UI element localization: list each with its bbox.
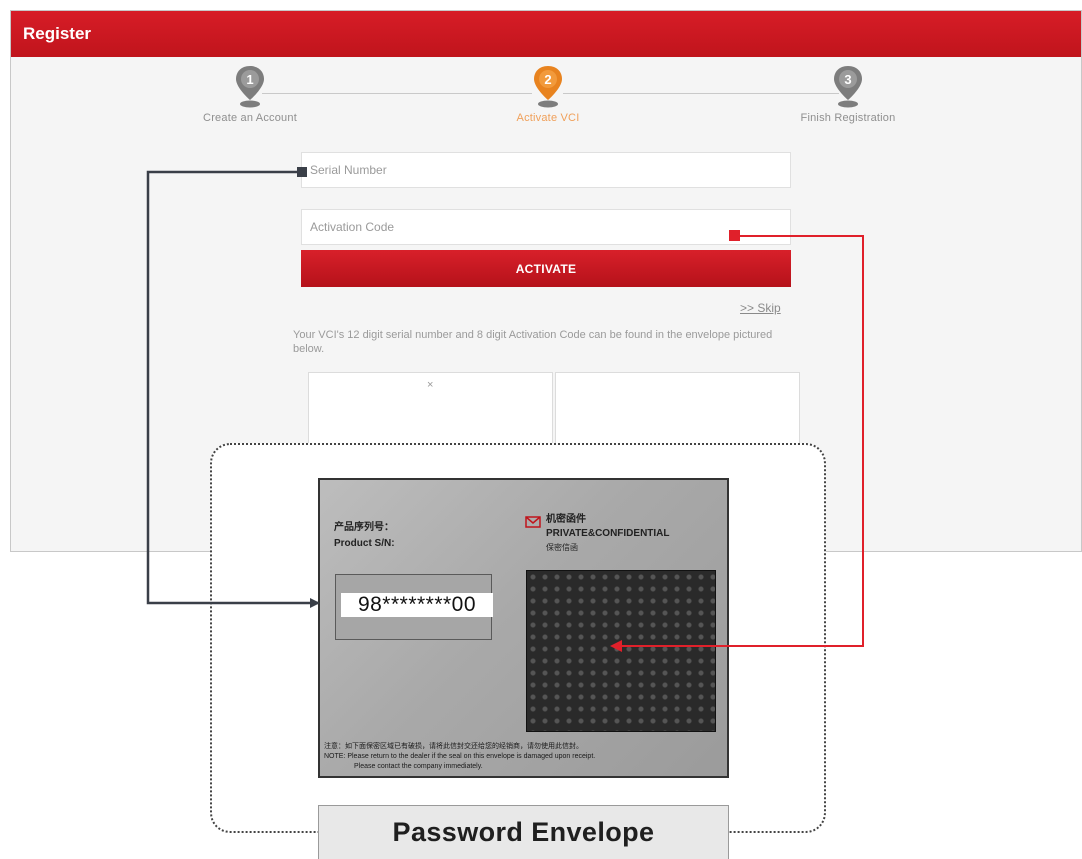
step-finish-registration: 3 Finish Registration xyxy=(768,64,928,124)
step-3-number: 3 xyxy=(844,72,851,87)
confidential-sub: 保密信函 xyxy=(546,543,578,552)
note-en: NOTE: Please return to the dealer if the… xyxy=(324,753,596,760)
serial-number-value: 98********00 xyxy=(341,593,493,617)
serial-number-input[interactable] xyxy=(301,152,791,188)
confidential-en: PRIVATE&CONFIDENTIAL xyxy=(546,528,670,539)
password-envelope-photo: 产品序列号： Product S/N: 98********00 机密函件 PR… xyxy=(318,478,729,778)
envelope-logo-icon xyxy=(525,516,541,528)
step-3-pin-icon: 3 xyxy=(834,66,862,108)
step-3-label: Finish Registration xyxy=(800,112,896,124)
activation-code-input[interactable] xyxy=(301,209,791,245)
envelope-caption: Password Envelope xyxy=(318,805,729,859)
close-icon[interactable]: × xyxy=(427,379,433,391)
confidential-cn: 机密函件 xyxy=(546,514,586,525)
step-1-number: 1 xyxy=(246,72,253,87)
help-text: Your VCI's 12 digit serial number and 8 … xyxy=(293,329,773,355)
serial-number-frame: 98********00 xyxy=(335,574,493,640)
step-1-label: Create an Account xyxy=(203,112,297,124)
step-1-pin-icon: 1 xyxy=(236,66,264,108)
step-2-number: 2 xyxy=(544,72,551,87)
step-2-label: Activate VCI xyxy=(516,112,580,124)
step-activate-vci: 2 Activate VCI xyxy=(468,64,628,124)
window-title: Register xyxy=(11,11,1081,57)
step-2-pin-icon: 2 xyxy=(534,66,562,108)
sn-label-en: Product S/N: xyxy=(334,538,395,549)
skip-link[interactable]: >> Skip xyxy=(740,301,781,315)
note-en-2: Please contact the company immediately. xyxy=(354,763,483,770)
envelope-note: 注意：如下面保密区域已有破损，请将此信封交还给您的经销商，请勿使用此信封。 NO… xyxy=(324,742,724,772)
note-cn: 注意：如下面保密区域已有破损，请将此信封交还给您的经销商，请勿使用此信封。 xyxy=(324,743,583,750)
activate-button[interactable]: ACTIVATE xyxy=(301,250,791,287)
activation-code-scratch-area xyxy=(526,570,716,732)
step-create-account: 1 Create an Account xyxy=(170,64,330,124)
sn-label-cn: 产品序列号： xyxy=(334,522,394,533)
